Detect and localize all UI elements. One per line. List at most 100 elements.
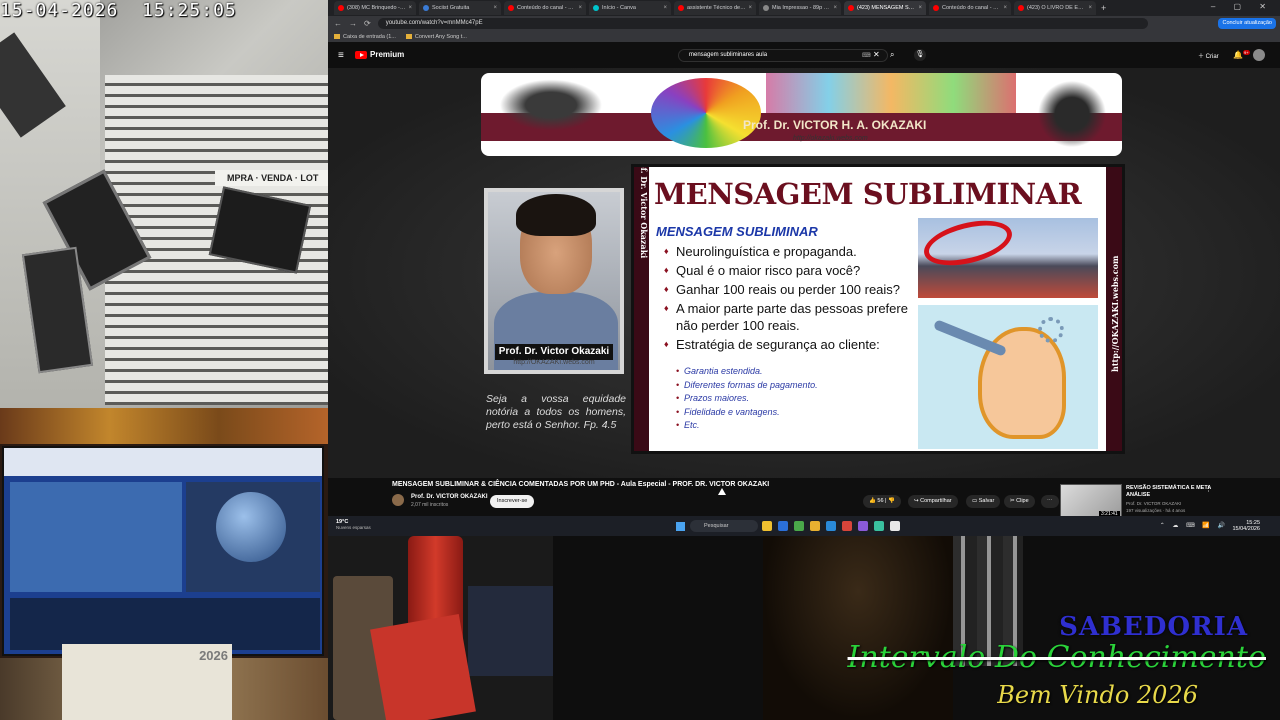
slide-bullet: Qual é o maior risco para você? bbox=[664, 262, 924, 279]
account-avatar[interactable] bbox=[1253, 49, 1265, 61]
calendar-year: 2026 bbox=[199, 648, 228, 663]
reload-icon[interactable]: ⟳ bbox=[364, 19, 371, 28]
tab-label: Conteúdo do canal - YouTube bbox=[942, 5, 1002, 11]
bible-verse: Seja a vossa equidade notória a todos os… bbox=[486, 393, 626, 431]
browser-tab[interactable]: assistente Técnico de Informati× bbox=[674, 1, 756, 15]
taskbar-search[interactable]: Pesquisar bbox=[690, 520, 758, 532]
browser-tab[interactable]: Conteúdo do canal - YouTube× bbox=[929, 1, 1011, 15]
recommended-more-icon[interactable]: ⋮ bbox=[1205, 485, 1212, 493]
back-icon[interactable]: ← bbox=[334, 19, 342, 28]
monitor-browser-bar bbox=[4, 448, 322, 476]
slide-sub-bullet: Prazos maiores. bbox=[676, 392, 896, 406]
share-button[interactable]: ↪ Compartilhar bbox=[908, 495, 958, 508]
browser-tab[interactable]: (423) MENSAGEM SUBLIMI× bbox=[844, 1, 926, 15]
video-player[interactable]: Prof. Dr. VICTOR H. A. OKAZAKI http://ok… bbox=[328, 68, 1280, 478]
slide-bullet: A maior parte parte das pessoas prefere … bbox=[664, 300, 924, 334]
youtube-logo[interactable]: Premium bbox=[355, 50, 404, 59]
slide-sub-bullet: Garantia estendida. bbox=[676, 365, 896, 379]
slide-bullet: Ganhar 100 reais ou perder 100 reais? bbox=[664, 281, 924, 298]
microphone-icon[interactable]: 🎙 bbox=[914, 49, 926, 61]
channel-name[interactable]: Prof. Dr. VICTOR OKAZAKI bbox=[411, 494, 488, 500]
youtube-header: ≡ Premium mensagem subliminares aula ⌨ ✕… bbox=[328, 42, 1280, 68]
clip-label: Clipe bbox=[1016, 498, 1029, 504]
banner-url: http://okazaki.webs.com bbox=[793, 135, 868, 142]
browser-tab[interactable]: Início - Canva × bbox=[589, 1, 671, 15]
create-button[interactable]: ＋ Criar bbox=[1198, 51, 1219, 60]
tab-label: assistente Técnico de Informati bbox=[687, 5, 747, 11]
new-tab-icon[interactable]: + bbox=[1101, 3, 1106, 13]
weather-widget[interactable]: 19°C Nuvens esparsas bbox=[336, 519, 371, 530]
camera-feed-desk: 2026 bbox=[0, 408, 328, 720]
tab-label: Mia Impressao - 89p Old Server bbox=[772, 5, 832, 11]
monitor-video-info bbox=[10, 598, 320, 650]
tab-close-icon[interactable]: × bbox=[408, 5, 412, 11]
forward-icon[interactable]: → bbox=[349, 19, 357, 28]
bookmark-item[interactable]: Convert Any Song t... bbox=[405, 34, 467, 40]
tab-close-icon[interactable]: × bbox=[1003, 5, 1007, 11]
tab-close-icon[interactable]: × bbox=[748, 5, 752, 11]
desk-monitor bbox=[2, 446, 324, 656]
save-button[interactable]: ▭ Salvar bbox=[966, 495, 1001, 508]
more-actions-button[interactable]: ⋯ bbox=[1041, 495, 1059, 508]
url-field[interactable]: youtube.com/watch?v=mnMMc47pE bbox=[377, 18, 1148, 29]
subscribe-button[interactable]: Inscrever-se bbox=[490, 495, 535, 508]
tab-favicon-icon bbox=[678, 5, 684, 11]
clear-search-icon[interactable]: ✕ bbox=[873, 50, 880, 59]
browser-tab[interactable]: Conteúdo do canal - YouTube× bbox=[504, 1, 586, 15]
app-icon[interactable] bbox=[842, 521, 852, 531]
browser-tab[interactable]: (308) MC Brinquedo - Mundo× bbox=[334, 1, 416, 15]
search-icon[interactable]: ⌕ bbox=[890, 50, 894, 60]
camera-feed-street: MPRA · VENDA · LOT 15-04-2026 15:25:05 bbox=[0, 0, 328, 408]
banner-people-right bbox=[1032, 75, 1112, 153]
address-bar: ← → ⟳ youtube.com/watch?v=mnMMc47pE bbox=[328, 16, 1280, 31]
tab-close-icon[interactable]: × bbox=[918, 5, 922, 11]
slide-subtitle: MENSAGEM SUBLIMINAR bbox=[656, 224, 818, 239]
edge-icon[interactable] bbox=[826, 521, 836, 531]
tab-strip: (308) MC Brinquedo - Mundo×Sociist Gratu… bbox=[328, 0, 1280, 16]
recommended-title[interactable]: REVISÃO SISTEMÁTICA E META ANÁLISE bbox=[1126, 485, 1212, 498]
app-icon[interactable] bbox=[874, 521, 884, 531]
taskbar-clock[interactable]: 15:25 15/04/2026 bbox=[1232, 520, 1260, 532]
app-icon[interactable] bbox=[778, 521, 788, 531]
red-circle-mark bbox=[919, 212, 1017, 274]
app-icon[interactable] bbox=[890, 521, 900, 531]
tab-close-icon[interactable]: × bbox=[493, 5, 497, 11]
browser-tab[interactable]: Sociist Gratuita × bbox=[419, 1, 501, 15]
tab-favicon-icon bbox=[933, 5, 939, 11]
notifications-bell-icon[interactable]: 🔔9+ bbox=[1233, 50, 1250, 60]
globe-image bbox=[216, 492, 286, 562]
slide-bullet: Neurolinguística e propaganda. bbox=[664, 243, 924, 260]
tab-favicon-icon bbox=[763, 5, 769, 11]
window-controls[interactable]: – ▢ ✕ bbox=[1211, 2, 1274, 11]
browser-tab[interactable]: Mia Impressao - 89p Old Server× bbox=[759, 1, 841, 15]
like-button[interactable]: 👍 56 | 👎 bbox=[863, 495, 901, 508]
taskbar-apps bbox=[762, 521, 900, 531]
tab-close-icon[interactable]: × bbox=[578, 5, 582, 11]
slide-bullet: Estratégia de segurança ao cliente: bbox=[664, 336, 924, 353]
create-label: Criar bbox=[1205, 54, 1219, 60]
slide-sub-bullet: Fidelidade e vantagens. bbox=[676, 406, 896, 420]
search-input[interactable]: mensagem subliminares aula bbox=[678, 49, 888, 62]
system-tray-icons[interactable]: ⌃ ☁ ⌨ 📶 🔊 bbox=[1160, 522, 1228, 529]
windows-start-icon[interactable] bbox=[676, 522, 685, 531]
tab-favicon-icon bbox=[508, 5, 514, 11]
clip-button[interactable]: ✂ Clipe bbox=[1004, 495, 1035, 508]
browser-tab[interactable]: (423) O LIVRO DE ENOQUE O× bbox=[1014, 1, 1096, 15]
mouse-cursor-icon bbox=[718, 488, 726, 495]
folder-icon[interactable] bbox=[810, 521, 820, 531]
share-label: Compartilhar bbox=[920, 498, 952, 504]
hamburger-menu-icon[interactable]: ≡ bbox=[338, 50, 344, 61]
app-icon[interactable] bbox=[762, 521, 772, 531]
app-icon[interactable] bbox=[858, 521, 868, 531]
chrome-icon[interactable] bbox=[794, 521, 804, 531]
finish-update-button[interactable]: Concluir atualização bbox=[1218, 18, 1276, 29]
tab-close-icon[interactable]: × bbox=[833, 5, 837, 11]
tab-close-icon[interactable]: × bbox=[1088, 5, 1092, 11]
tab-favicon-icon bbox=[423, 5, 429, 11]
bookmark-item[interactable]: Caixa de entrada (1... bbox=[334, 34, 396, 40]
slide-sub-bullet: Diferentes formas de pagamento. bbox=[676, 379, 896, 393]
tab-close-icon[interactable]: × bbox=[663, 5, 667, 11]
channel-avatar[interactable] bbox=[392, 494, 404, 506]
keyboard-icon[interactable]: ⌨ bbox=[862, 52, 871, 59]
tab-label: (308) MC Brinquedo - Mundo bbox=[347, 5, 406, 11]
